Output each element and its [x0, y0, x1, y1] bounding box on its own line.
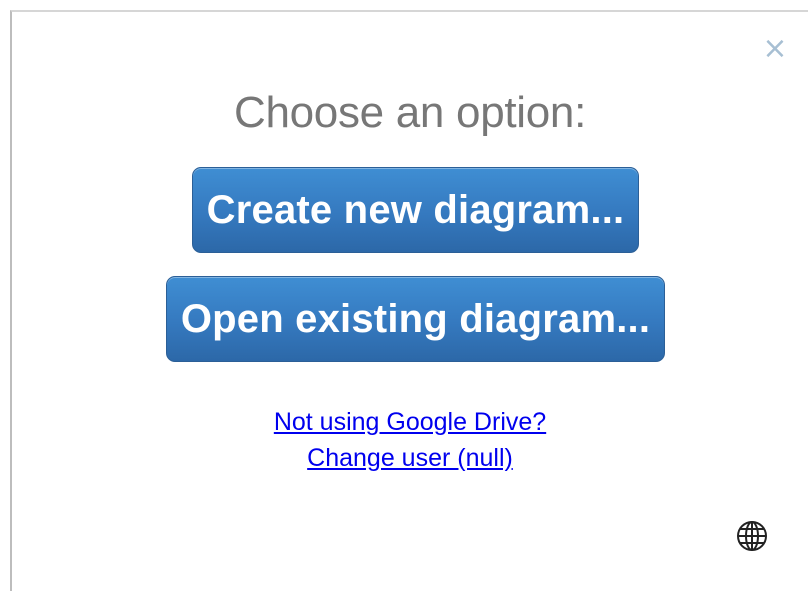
change-user-link[interactable]: Change user (null): [307, 444, 513, 472]
not-using-google-drive-link[interactable]: Not using Google Drive?: [274, 408, 546, 436]
not-using-google-drive-link-row: Not using Google Drive?: [12, 408, 808, 437]
change-user-link-row: Change user (null): [12, 444, 808, 473]
create-new-diagram-button[interactable]: Create new diagram...: [192, 167, 639, 253]
close-icon[interactable]: ×: [762, 34, 788, 64]
choose-option-dialog: × Choose an option: Create new diagram..…: [10, 10, 808, 591]
globe-icon[interactable]: [736, 520, 768, 552]
dialog-title: Choose an option:: [233, 88, 587, 137]
open-existing-diagram-button[interactable]: Open existing diagram...: [166, 276, 665, 362]
